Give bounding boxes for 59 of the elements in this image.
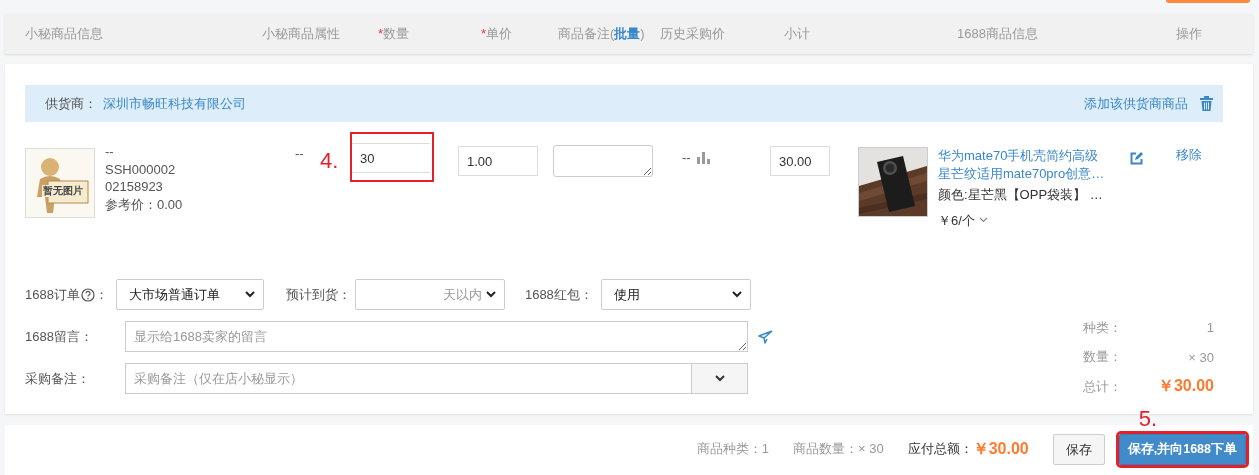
unit-price-dropdown[interactable]: ￥6/个 xyxy=(938,211,1108,229)
sku-text: SSH000002 xyxy=(105,160,177,178)
total-amount: ￥30.00 xyxy=(972,439,1029,459)
chevron-icon xyxy=(731,291,742,298)
select-field[interactable]: 使用 xyxy=(600,279,751,310)
colon-text: ： xyxy=(94,285,108,304)
trash-icon[interactable] xyxy=(1200,96,1213,111)
chevron-icon xyxy=(714,375,725,382)
column-header: *数量 xyxy=(378,25,411,43)
product-title-link[interactable]: 华为mate70手机壳简约高级星芒纹适用mate70pro创意… xyxy=(938,147,1108,182)
column-header: 小计 xyxy=(784,25,811,43)
attribute-text: -- xyxy=(295,146,304,161)
column-header: 历史采购价 xyxy=(660,25,726,43)
code-text: 02158923 xyxy=(105,178,164,196)
product-name: -- xyxy=(105,143,115,161)
note-field[interactable] xyxy=(553,145,653,177)
caret-icon xyxy=(978,217,988,224)
supplier-label: 供货商： xyxy=(45,94,97,113)
column-header: 商品备注(批量) xyxy=(558,25,646,43)
total-label: 应付总额： xyxy=(907,440,973,458)
summary-label: 总计： xyxy=(1083,377,1122,396)
column-header: *单价 xyxy=(481,25,514,43)
summary-value: ￥30.00 xyxy=(1157,376,1214,397)
message-field[interactable]: 显示给1688卖家的留言 xyxy=(125,321,748,352)
field-label: 采购备注： xyxy=(25,369,91,388)
column-header: 小秘商品属性 xyxy=(262,25,341,43)
summary-label: 种类： xyxy=(1083,318,1122,337)
price-input[interactable]: 1.00 xyxy=(458,146,538,176)
history-price: -- xyxy=(682,150,691,165)
field-label: 1688红包： xyxy=(524,285,593,304)
send-icon[interactable] xyxy=(758,329,773,344)
edit-icon[interactable] xyxy=(1130,152,1143,165)
footer-stat: 商品数量：× 30 xyxy=(793,440,884,458)
chevron-icon xyxy=(485,291,496,298)
subtotal-input[interactable]: 30.00 xyxy=(770,146,830,176)
reference-price: 参考价：0.00 xyxy=(105,195,183,213)
help-icon[interactable] xyxy=(80,287,95,302)
save-and-order-button[interactable]: 保存,并向1688下单 xyxy=(1118,434,1246,465)
step-annotation: 4. xyxy=(320,148,339,173)
save-button[interactable]: 保存 xyxy=(1052,434,1105,465)
field-label: 1688订单 xyxy=(25,285,80,304)
variant-text: 颜色:星芒黑【OPP袋装】 … xyxy=(938,186,1104,204)
column-header: 小秘商品信息 xyxy=(25,25,104,43)
bar-chart-icon[interactable] xyxy=(696,151,711,164)
chevron-icon xyxy=(244,291,255,298)
step-annotation: 5. xyxy=(1138,407,1158,431)
remove-link[interactable]: 移除 xyxy=(1176,147,1202,162)
summary-value: 1 xyxy=(1206,320,1214,336)
column-header: 操作 xyxy=(1176,25,1203,43)
no-image-label: 暂无图片 xyxy=(42,185,84,197)
remark-input[interactable]: 采购备注（仅在店小秘显示） xyxy=(125,363,692,394)
field-label: 预计到货： xyxy=(285,285,351,304)
summary-value: × 30 xyxy=(1188,349,1214,365)
column-header: 1688商品信息 xyxy=(957,25,1039,43)
footer-stat: 商品种类：1 xyxy=(696,440,769,458)
quantity-input[interactable]: 30 xyxy=(352,143,430,173)
select-field[interactable]: 大市场普通订单 xyxy=(115,279,264,310)
summary-label: 数量： xyxy=(1083,348,1122,367)
field-label: 1688留言： xyxy=(25,327,94,346)
